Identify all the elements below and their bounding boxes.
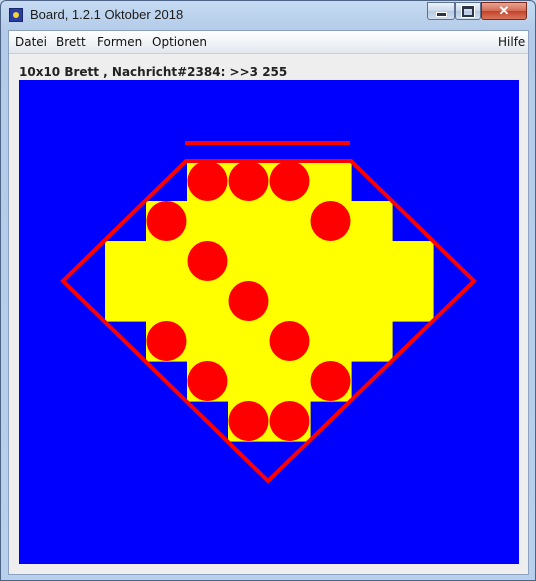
client-area: Datei Brett Formen Optionen Hilfe 10x10 … [8, 30, 529, 575]
app-icon [9, 8, 23, 22]
board-cell [351, 321, 393, 362]
board-cell [187, 201, 229, 242]
board-piece[interactable] [146, 201, 187, 241]
board-cell [351, 241, 393, 282]
maximize-icon [461, 4, 475, 18]
board-cell [228, 241, 270, 282]
board-cell [310, 321, 352, 362]
board-piece[interactable] [187, 241, 228, 281]
board-cell [310, 281, 352, 322]
close-icon: ✕ [498, 3, 510, 18]
board-cell [392, 241, 434, 282]
board-cell [269, 281, 311, 322]
board-piece[interactable] [146, 321, 187, 361]
maximize-button[interactable] [455, 2, 481, 20]
board-piece[interactable] [269, 161, 310, 201]
board-cell [146, 281, 188, 322]
board-piece[interactable] [228, 161, 269, 201]
board-cell [269, 241, 311, 282]
board-cell [228, 361, 270, 402]
board-cell [105, 281, 147, 322]
minimize-button[interactable] [427, 2, 455, 20]
board-cell [146, 241, 188, 282]
board-cell [351, 201, 393, 242]
board-cell [269, 361, 311, 402]
menu-bar: Datei Brett Formen Optionen Hilfe [9, 31, 528, 54]
board-piece[interactable] [310, 361, 351, 401]
board-piece[interactable] [269, 401, 310, 441]
title-bar[interactable]: Board, 1.2.1 Oktober 2018 ✕ [1, 1, 535, 29]
board-cell [228, 321, 270, 362]
menu-formen[interactable]: Formen [97, 35, 142, 49]
menu-brett[interactable]: Brett [56, 35, 86, 49]
window-title: Board, 1.2.1 Oktober 2018 [30, 7, 184, 22]
board-piece[interactable] [228, 401, 269, 441]
status-message: 10x10 Brett , Nachricht#2384: >>3 255 [19, 65, 288, 79]
menu-hilfe[interactable]: Hilfe [498, 35, 525, 49]
board-piece[interactable] [228, 281, 269, 321]
menu-optionen[interactable]: Optionen [152, 35, 207, 49]
board-piece[interactable] [187, 161, 228, 201]
minimize-icon [435, 11, 447, 17]
board-cell [310, 161, 352, 202]
board-piece[interactable] [269, 321, 310, 361]
board-canvas[interactable] [19, 80, 519, 564]
board-piece[interactable] [187, 361, 228, 401]
board-cell [269, 201, 311, 242]
board-cell [187, 321, 229, 362]
board-piece[interactable] [310, 201, 351, 241]
game-board[interactable] [19, 80, 519, 564]
app-window: Board, 1.2.1 Oktober 2018 ✕ Datei Brett … [0, 0, 536, 581]
board-cell [187, 281, 229, 322]
board-cell [392, 281, 434, 322]
board-cell [310, 241, 352, 282]
board-cell [105, 241, 147, 282]
close-button[interactable]: ✕ [481, 2, 527, 20]
board-cell [351, 281, 393, 322]
menu-datei[interactable]: Datei [15, 35, 47, 49]
board-cell [228, 201, 270, 242]
